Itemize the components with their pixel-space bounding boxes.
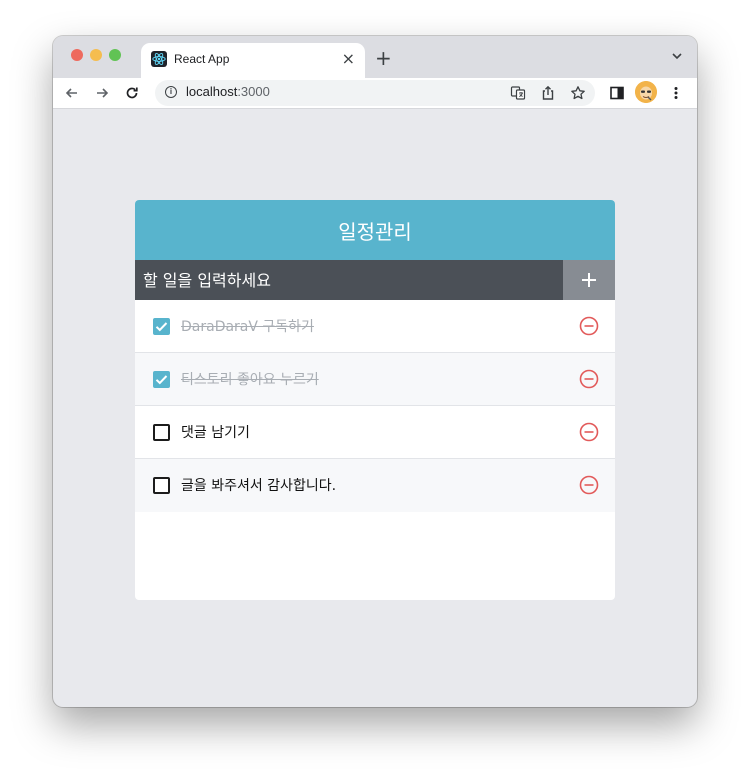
todo-insert-form <box>135 260 615 300</box>
share-icon[interactable] <box>539 84 557 102</box>
react-favicon-icon <box>151 51 167 67</box>
remove-circle-icon[interactable] <box>579 369 599 389</box>
reload-icon[interactable] <box>121 82 143 104</box>
plus-icon <box>582 273 596 287</box>
app-title: 일정관리 <box>135 200 615 260</box>
side-panel-icon[interactable] <box>606 82 628 104</box>
todo-list-item[interactable]: 댓글 남기기 <box>135 406 615 459</box>
tab-search-chevron-icon[interactable] <box>671 50 683 62</box>
browser-toolbar: i localhost:3000 <box>53 78 697 109</box>
new-tab-button[interactable]: + <box>375 46 392 70</box>
todo-text: 티스토리 좋아요 누르기 <box>181 372 319 388</box>
remove-circle-icon[interactable] <box>579 422 599 442</box>
checked-checkbox-icon[interactable] <box>153 318 170 335</box>
tab-react-app[interactable]: React App × <box>141 43 365 78</box>
zoom-window-button[interactable] <box>109 49 121 61</box>
todo-input[interactable] <box>135 260 563 300</box>
unchecked-checkbox-icon[interactable] <box>153 424 170 441</box>
address-bar[interactable]: i localhost:3000 <box>155 80 595 106</box>
todo-list-item[interactable]: 티스토리 좋아요 누르기 <box>135 353 615 406</box>
todo-list-item[interactable]: 글을 봐주셔서 감사합니다. <box>135 459 615 512</box>
close-window-button[interactable] <box>71 49 83 61</box>
todo-text: 글을 봐주셔서 감사합니다. <box>181 478 337 494</box>
todo-text: DaraDaraV 구독하기 <box>181 319 314 335</box>
todo-list-item[interactable]: DaraDaraV 구독하기 <box>135 300 615 353</box>
minimize-window-button[interactable] <box>90 49 102 61</box>
browser-window: React App × + i localhost:3000 일정관리 할 일을… <box>53 36 697 707</box>
todo-text: 댓글 남기기 <box>181 425 250 441</box>
remove-circle-icon[interactable] <box>579 475 599 495</box>
bookmark-star-icon[interactable] <box>569 84 587 102</box>
tab-close-icon[interactable]: × <box>342 49 355 68</box>
url-text: localhost:3000 <box>186 84 270 99</box>
site-info-icon[interactable]: i <box>165 86 177 98</box>
checked-checkbox-icon[interactable] <box>153 371 170 388</box>
kebab-menu-icon[interactable] <box>665 82 687 104</box>
tab-strip: React App × + <box>53 36 697 78</box>
forward-icon[interactable] <box>91 82 113 104</box>
add-todo-button[interactable] <box>563 260 615 300</box>
remove-circle-icon[interactable] <box>579 316 599 336</box>
todo-template: 일정관리 DaraDaraV 구독하기티스토리 좋아요 누르기댓글 남기기글을 … <box>135 200 615 600</box>
translate-icon[interactable] <box>509 84 527 102</box>
todo-list: DaraDaraV 구독하기티스토리 좋아요 누르기댓글 남기기글을 봐주셔서 … <box>135 300 615 512</box>
back-icon[interactable] <box>61 82 83 104</box>
tab-title: React App <box>174 52 230 66</box>
unchecked-checkbox-icon[interactable] <box>153 477 170 494</box>
profile-avatar[interactable] <box>635 81 657 103</box>
